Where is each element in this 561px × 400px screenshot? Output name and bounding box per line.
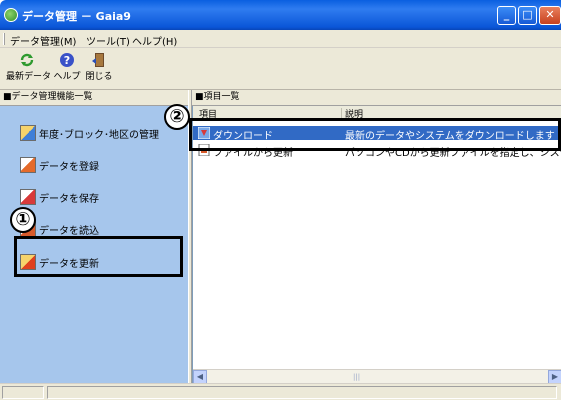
scroll-left-button[interactable]: ◀	[193, 370, 207, 384]
help-icon: ?	[60, 53, 74, 67]
function-list-header: ■データ管理機能一覧	[0, 90, 188, 106]
scroll-thumb-grip[interactable]: |||	[353, 373, 360, 381]
status-pane	[47, 386, 557, 399]
column-separator[interactable]	[341, 108, 342, 118]
callout-number-1: ①	[10, 207, 36, 233]
menu-help[interactable]: ヘルプ(H)	[132, 33, 177, 48]
help-label: ヘルプ	[53, 72, 81, 82]
menu-data-management[interactable]: データ管理(M)	[10, 33, 76, 48]
close-door-icon	[92, 53, 104, 67]
save-icon	[20, 189, 36, 205]
function-item-register[interactable]: データを登録	[0, 154, 188, 176]
latest-data-label: 最新データ	[6, 72, 52, 82]
app-icon	[4, 8, 18, 22]
close-button[interactable]: 閉じる	[84, 50, 114, 88]
function-item-label: データを読込	[39, 226, 99, 237]
latest-data-button[interactable]: 最新データ	[6, 50, 52, 88]
function-item-save[interactable]: データを保存	[0, 186, 188, 208]
close-label: 閉じる	[85, 72, 113, 82]
callout-box-download	[189, 118, 561, 151]
menu-bar: データ管理(M) ツール(T) ヘルプ(H)	[0, 30, 561, 48]
toolbar: 最新データ ? ヘルプ 閉じる	[0, 48, 561, 90]
status-bar	[0, 383, 561, 400]
function-item-label: データを保存	[39, 194, 99, 205]
scroll-right-button[interactable]: ▶	[548, 370, 561, 384]
refresh-icon	[20, 53, 34, 67]
function-item-label: データを登録	[39, 162, 99, 173]
callout-box-update	[14, 236, 183, 277]
close-window-button[interactable]: ✕	[539, 6, 561, 25]
menu-tools[interactable]: ツール(T)	[86, 33, 130, 48]
menu-grip	[3, 33, 5, 45]
item-list-header: ■項目一覧	[192, 90, 561, 106]
calendar-grid-icon	[20, 125, 36, 141]
minimize-button[interactable]: _	[497, 6, 516, 25]
function-item-label: 年度･ブロック･地区の管理	[39, 130, 159, 141]
function-item-year-block-district[interactable]: 年度･ブロック･地区の管理	[0, 122, 188, 144]
register-icon	[20, 157, 36, 173]
svg-text:?: ?	[64, 54, 70, 67]
help-button[interactable]: ? ヘルプ	[52, 50, 82, 88]
title-bar[interactable]: データ管理 － Gaia9 _ □ ✕	[0, 0, 561, 30]
callout-number-2: ②	[164, 104, 190, 130]
maximize-button[interactable]: □	[518, 6, 537, 25]
status-pane	[2, 386, 44, 399]
horizontal-scrollbar[interactable]: ◀ ||| ▶	[193, 369, 561, 384]
window-title: データ管理 － Gaia9	[22, 10, 131, 23]
